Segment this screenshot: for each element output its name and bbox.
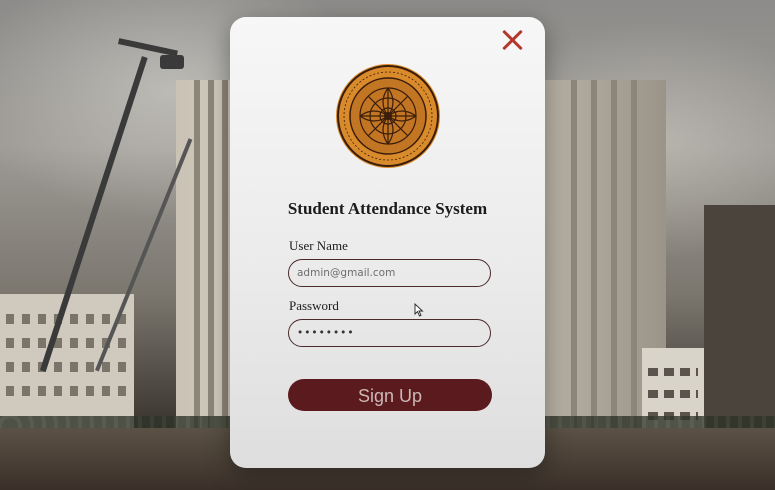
building	[0, 294, 134, 434]
building	[704, 205, 775, 440]
password-label: Password	[289, 298, 339, 313]
building-windows	[6, 386, 128, 396]
university-seal-icon	[336, 64, 440, 168]
page-title: Student Attendance System	[287, 199, 488, 218]
building-column	[631, 80, 637, 450]
building-column	[222, 80, 228, 450]
password-field[interactable]	[288, 319, 491, 347]
building-column	[571, 80, 577, 450]
close-icon[interactable]	[498, 26, 526, 54]
building-column	[611, 80, 617, 450]
building-windows	[648, 368, 698, 376]
building-column	[591, 80, 597, 450]
username-label: User Name	[289, 238, 348, 253]
mouse-cursor-icon	[414, 303, 424, 317]
lamp-head	[160, 55, 184, 69]
building-column	[194, 80, 200, 450]
building-windows	[6, 314, 128, 324]
username-field[interactable]	[288, 259, 491, 287]
sign-up-button[interactable]: Sign Up	[288, 379, 492, 411]
building-windows	[648, 390, 698, 398]
building-column	[208, 80, 214, 450]
building-windows	[6, 362, 128, 372]
login-card: Student Attendance System User Name Pass…	[230, 17, 545, 468]
